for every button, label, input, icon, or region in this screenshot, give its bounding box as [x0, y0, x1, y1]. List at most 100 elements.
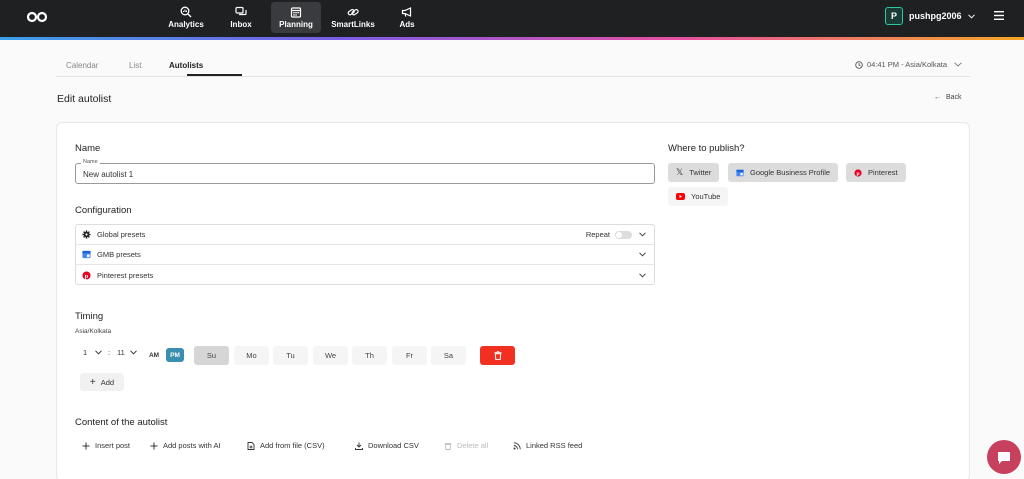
hour-value: 1 [83, 348, 88, 357]
configuration-title: Configuration [75, 205, 132, 216]
nav-analytics[interactable]: Analytics [164, 2, 208, 33]
name-field-value: New autolist 1 [83, 170, 134, 179]
timezone-text: 04:41 PM - Asia/Kolkata [866, 60, 947, 69]
config-row-label: Global presets [97, 230, 146, 239]
chat-launcher-button[interactable] [987, 440, 1021, 474]
minute-value: 11 [117, 348, 125, 357]
day-button-sa[interactable]: Sa [431, 346, 466, 365]
publish-target-label: Twitter [689, 168, 712, 177]
nav-planning-label: Planning [279, 20, 313, 29]
config-row-label: Pinterest presets [97, 270, 154, 280]
username: pushpg2006 [909, 11, 962, 21]
add-posts-ai-button[interactable]: Add posts with AI [150, 441, 221, 450]
rss-icon [513, 441, 521, 449]
back-button[interactable]: ← Back [934, 94, 962, 101]
trash-icon [444, 442, 452, 450]
config-row-global-presets[interactable]: Global presets Repeat [76, 225, 654, 245]
nav-inbox-label: Inbox [230, 20, 252, 29]
accent-gradient-bar [0, 37, 1024, 40]
clock-icon [855, 60, 863, 69]
repeat-label: Repeat [585, 230, 610, 239]
publish-target-label: Pinterest [868, 168, 898, 177]
linked-rss-feed-button[interactable]: Linked RSS feed [513, 441, 582, 450]
publish-target-label: Google Business Profile [750, 168, 831, 177]
name-field-label: Name [81, 159, 100, 165]
action-label: Add from file (CSV) [260, 441, 325, 450]
insert-post-button[interactable]: Insert post [82, 441, 130, 450]
chevron-down-icon[interactable] [639, 252, 646, 257]
config-row-label: GMB presets [97, 250, 141, 259]
chevron-down-icon [967, 13, 975, 19]
publish-target-pinterest[interactable]: p Pinterest [846, 163, 906, 182]
calendar-icon [290, 7, 302, 18]
nav-planning[interactable]: Planning [271, 2, 321, 33]
plus-icon [150, 442, 158, 449]
content-title: Content of the autolist [75, 417, 168, 428]
top-navigation-bar: Analytics Inbox Planning SmartLinks Ads … [0, 0, 1024, 37]
day-button-tu[interactable]: Tu [273, 346, 308, 365]
tab-list[interactable]: List [129, 61, 141, 70]
back-label: Back [946, 94, 962, 101]
trash-icon [494, 351, 501, 360]
repeat-toggle[interactable] [615, 230, 632, 239]
tab-autolists[interactable]: Autolists [169, 61, 203, 70]
chevron-down-icon[interactable] [639, 232, 646, 237]
publish-title: Where to publish? [668, 143, 745, 154]
chevron-down-icon [95, 350, 103, 355]
plus-icon [82, 442, 90, 449]
name-field[interactable]: Name New autolist 1 [75, 159, 655, 184]
user-menu[interactable]: P pushpg2006 [885, 7, 975, 25]
day-button-fr[interactable]: Fr [392, 346, 427, 365]
pm-button[interactable]: PM [166, 348, 184, 362]
nav-ads-label: Ads [399, 20, 415, 29]
action-label: Download CSV [368, 441, 419, 450]
nav-ads[interactable]: Ads [392, 2, 422, 33]
add-timing-label: Add [100, 377, 115, 387]
chevron-down-icon[interactable] [639, 272, 646, 278]
svg-text:p: p [85, 272, 89, 279]
view-tabs: Calendar List Autolists 04:41 PM - Asia/… [56, 56, 970, 77]
day-button-mo[interactable]: Mo [234, 346, 269, 365]
chevron-down-icon [954, 62, 962, 67]
am-button[interactable]: AM [145, 348, 163, 362]
config-row-pinterest-presets[interactable]: p Pinterest presets [76, 265, 654, 285]
link-icon [347, 8, 359, 16]
repeat-toggle-group: Repeat [586, 230, 632, 239]
nav-inbox[interactable]: Inbox [221, 2, 261, 33]
minute-select[interactable]: 11 [117, 348, 137, 357]
publish-target-twitter[interactable]: 𝕏 Twitter [668, 163, 720, 182]
active-tab-indicator [187, 74, 242, 76]
nav-smartlinks-label: SmartLinks [331, 20, 375, 29]
config-row-gmb-presets[interactable]: GMB presets [76, 245, 654, 265]
publish-target-youtube[interactable]: YouTube [668, 187, 729, 206]
tab-calendar[interactable]: Calendar [66, 61, 98, 70]
action-label: Linked RSS feed [526, 441, 583, 450]
day-button-th[interactable]: Th [352, 346, 387, 365]
nav-smartlinks[interactable]: SmartLinks [330, 2, 376, 33]
hour-select[interactable]: 1 [83, 348, 103, 357]
x-icon: 𝕏 [676, 167, 684, 177]
app-logo-icon[interactable] [27, 11, 47, 23]
gmb-icon [82, 250, 91, 259]
delete-timing-button[interactable] [480, 346, 515, 365]
megaphone-icon [401, 7, 412, 17]
download-icon [355, 442, 363, 450]
chat-bubbles-icon [235, 6, 247, 16]
magnifier-chart-icon [180, 6, 192, 18]
download-csv-button[interactable]: Download CSV [355, 441, 419, 450]
add-timing-button[interactable]: + Add [80, 373, 124, 391]
configuration-list: Global presets Repeat GMB presets p Pint… [75, 224, 655, 285]
day-button-we[interactable]: We [313, 346, 348, 365]
delete-all-button[interactable]: Delete all [444, 441, 488, 450]
page-title: Edit autolist [57, 93, 112, 105]
hamburger-menu-icon[interactable] [994, 11, 1004, 20]
add-from-csv-button[interactable]: Add from file (CSV) [247, 441, 325, 450]
day-button-su[interactable]: Su [194, 346, 229, 365]
timezone-selector[interactable]: 04:41 PM - Asia/Kolkata [855, 60, 962, 69]
timing-timezone: Asia/Kolkata [75, 328, 112, 335]
publish-target-google-business-profile[interactable]: Google Business Profile [728, 163, 839, 182]
action-label: Delete all [457, 441, 489, 450]
time-separator: : [108, 348, 111, 357]
chat-bubble-icon [998, 451, 1010, 464]
name-section-title: Name [75, 143, 101, 154]
